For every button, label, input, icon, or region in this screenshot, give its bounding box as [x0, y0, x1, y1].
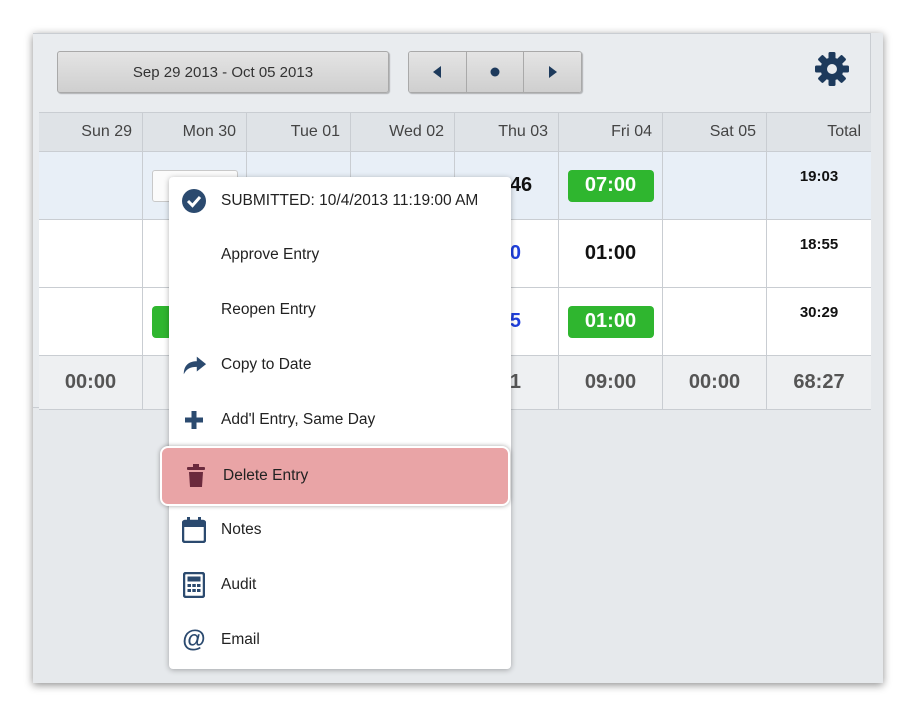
grand-total: 68:27: [793, 371, 845, 393]
day-total: 00:00: [39, 356, 143, 409]
day-header: Fri 04: [559, 113, 663, 151]
menu-item-approve-entry[interactable]: Approve Entry: [169, 231, 511, 279]
day-header: Tue 01: [247, 113, 351, 151]
menu-item-reopen-entry[interactable]: Reopen Entry: [169, 286, 511, 334]
entry-context-menu: SUBMITTED: 10/4/2013 11:19:00 AM Approve…: [160, 177, 511, 669]
menu-item-label: Audit: [221, 576, 257, 593]
menu-item-label: Reopen Entry: [221, 301, 316, 318]
plus-icon: [181, 407, 207, 433]
arrow-forward-icon: [181, 352, 207, 378]
triangle-right-icon: [548, 66, 557, 78]
time-cell[interactable]: [663, 152, 767, 219]
day-total: 00:00: [663, 356, 767, 409]
menu-item-label: Approve Entry: [221, 246, 320, 263]
menu-item-submitted-status: SUBMITTED: 10/4/2013 11:19:00 AM: [169, 177, 511, 225]
menu-item-label: Email: [221, 631, 260, 648]
day-header: Sun 29: [39, 113, 143, 151]
menu-item-label: Delete Entry: [223, 467, 309, 484]
day-total: 09:00: [559, 356, 663, 409]
row-total: 18:55: [799, 236, 839, 253]
day-header-row: Sun 29 Mon 30 Tue 01 Wed 02 Thu 03 Fri 0…: [39, 112, 871, 152]
triangle-left-icon: [433, 66, 442, 78]
menu-item-email[interactable]: @ Email: [169, 616, 511, 664]
next-week-button[interactable]: [524, 52, 581, 92]
gear-icon[interactable]: [814, 51, 850, 87]
current-week-button[interactable]: [466, 52, 525, 92]
menu-item-additional-entry[interactable]: Add'l Entry, Same Day: [169, 396, 511, 444]
calculator-icon: [181, 572, 207, 598]
menu-item-label: Notes: [221, 521, 262, 538]
time-cell[interactable]: 07:00: [559, 152, 663, 219]
menu-item-notes[interactable]: Notes: [169, 506, 511, 554]
time-cell[interactable]: 01:00: [559, 220, 663, 287]
approved-time-badge[interactable]: 01:00: [567, 305, 654, 338]
menu-item-audit[interactable]: Audit: [169, 561, 511, 609]
row-total: 30:29: [799, 304, 839, 321]
time-cell[interactable]: 01:00: [559, 288, 663, 355]
date-range-button[interactable]: Sep 29 2013 - Oct 05 2013: [57, 51, 389, 93]
day-header: Wed 02: [351, 113, 455, 151]
menu-item-label: SUBMITTED: 10/4/2013 11:19:00 AM: [221, 192, 479, 209]
date-range-label: Sep 29 2013 - Oct 05 2013: [132, 63, 314, 81]
row-total: 19:03: [799, 168, 839, 185]
time-cell[interactable]: [663, 220, 767, 287]
menu-item-copy-to-date[interactable]: Copy to Date: [169, 341, 511, 389]
time-cell[interactable]: [39, 220, 143, 287]
calendar-icon: [181, 517, 207, 543]
day-header: Sat 05: [663, 113, 767, 151]
time-cell[interactable]: [39, 288, 143, 355]
approved-time-badge[interactable]: 07:00: [567, 169, 654, 202]
day-header: Thu 03: [455, 113, 559, 151]
menu-item-label: Add'l Entry, Same Day: [221, 411, 376, 428]
dot-icon: [490, 67, 500, 77]
day-header: Mon 30: [143, 113, 247, 151]
check-circle-icon: [181, 188, 207, 214]
app-frame: Sep 29 2013 - Oct 05 2013 Sun 29 Mon 30 …: [33, 33, 883, 683]
menu-item-label: Copy to Date: [221, 356, 312, 373]
time-cell[interactable]: [663, 288, 767, 355]
total-header: Total: [827, 123, 861, 140]
at-icon: @: [182, 626, 206, 653]
week-nav-group: [408, 51, 582, 93]
time-cell[interactable]: [39, 152, 143, 219]
trash-icon: [183, 463, 209, 489]
prev-week-button[interactable]: [409, 52, 467, 92]
menu-item-delete-entry[interactable]: Delete Entry: [160, 446, 510, 506]
